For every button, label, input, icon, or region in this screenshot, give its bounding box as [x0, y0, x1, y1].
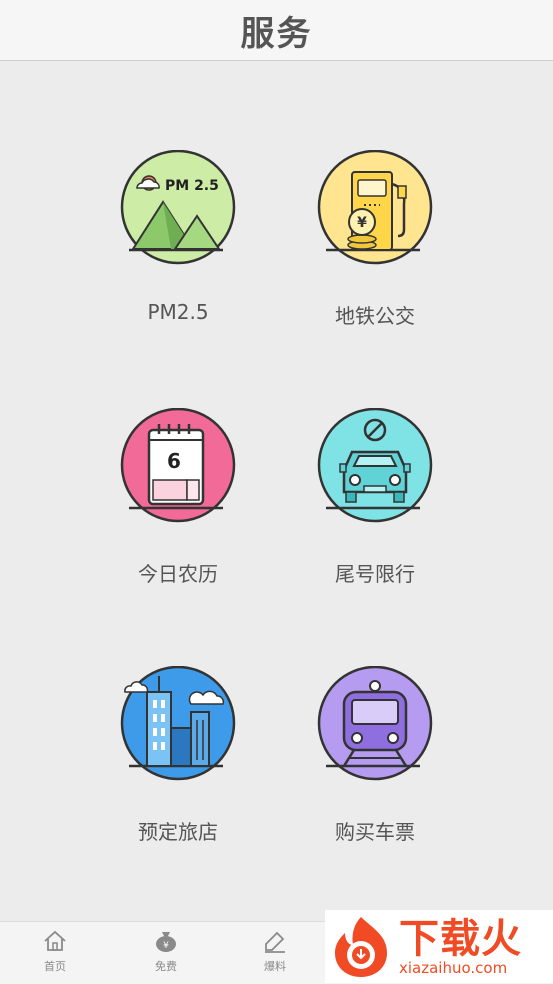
- service-label: PM2.5: [147, 300, 209, 324]
- service-train-tickets[interactable]: 购买车票: [295, 666, 455, 866]
- money-bag-icon: ¥: [156, 932, 176, 952]
- service-label: 尾号限行: [335, 562, 415, 586]
- watermark-url: xiazaihuo.com: [399, 958, 508, 977]
- train-icon: [317, 666, 433, 781]
- edit-icon: [265, 931, 285, 953]
- flame-logo-icon: [335, 916, 387, 977]
- service-label: 今日农历: [138, 562, 218, 586]
- watermark-text: 下载火: [399, 915, 522, 962]
- tab-tipoff[interactable]: 爆料: [245, 928, 305, 980]
- tab-label: 免费: [155, 960, 177, 973]
- watermark-logo: 下载火 xiazaihuo.com: [325, 910, 553, 983]
- service-plate-restriction[interactable]: 尾号限行: [295, 408, 455, 608]
- svg-text:¥: ¥: [163, 941, 169, 951]
- pm-icon-text: PM 2.5: [165, 178, 219, 194]
- car-restriction-icon: [317, 408, 433, 523]
- fuel-pump-icon: ¥: [317, 150, 433, 265]
- service-label: 购买车票: [335, 820, 415, 844]
- calendar-day-number: 6: [167, 449, 181, 473]
- air-quality-icon: PM 2.5: [120, 150, 236, 265]
- service-label: 预定旅店: [138, 820, 218, 844]
- tab-label: 首页: [44, 960, 66, 973]
- home-icon: [44, 930, 66, 951]
- service-hotel-booking[interactable]: 预定旅店: [98, 666, 258, 866]
- tab-label: 爆料: [264, 960, 286, 973]
- service-label: 地铁公交: [335, 304, 415, 328]
- yen-symbol: ¥: [357, 215, 367, 231]
- top-bar: 服务: [0, 0, 553, 61]
- service-pm25[interactable]: PM 2.5 PM2.5: [98, 150, 258, 350]
- service-transit[interactable]: ¥ 地铁公交: [295, 150, 455, 350]
- tab-home[interactable]: 首页: [25, 928, 85, 980]
- service-lunar-calendar[interactable]: 6 今日农历: [98, 408, 258, 608]
- city-buildings-icon: [120, 666, 236, 781]
- tab-free[interactable]: ¥ 免费: [136, 928, 196, 980]
- page-title: 服务: [240, 13, 313, 54]
- calendar-icon: 6: [120, 408, 236, 523]
